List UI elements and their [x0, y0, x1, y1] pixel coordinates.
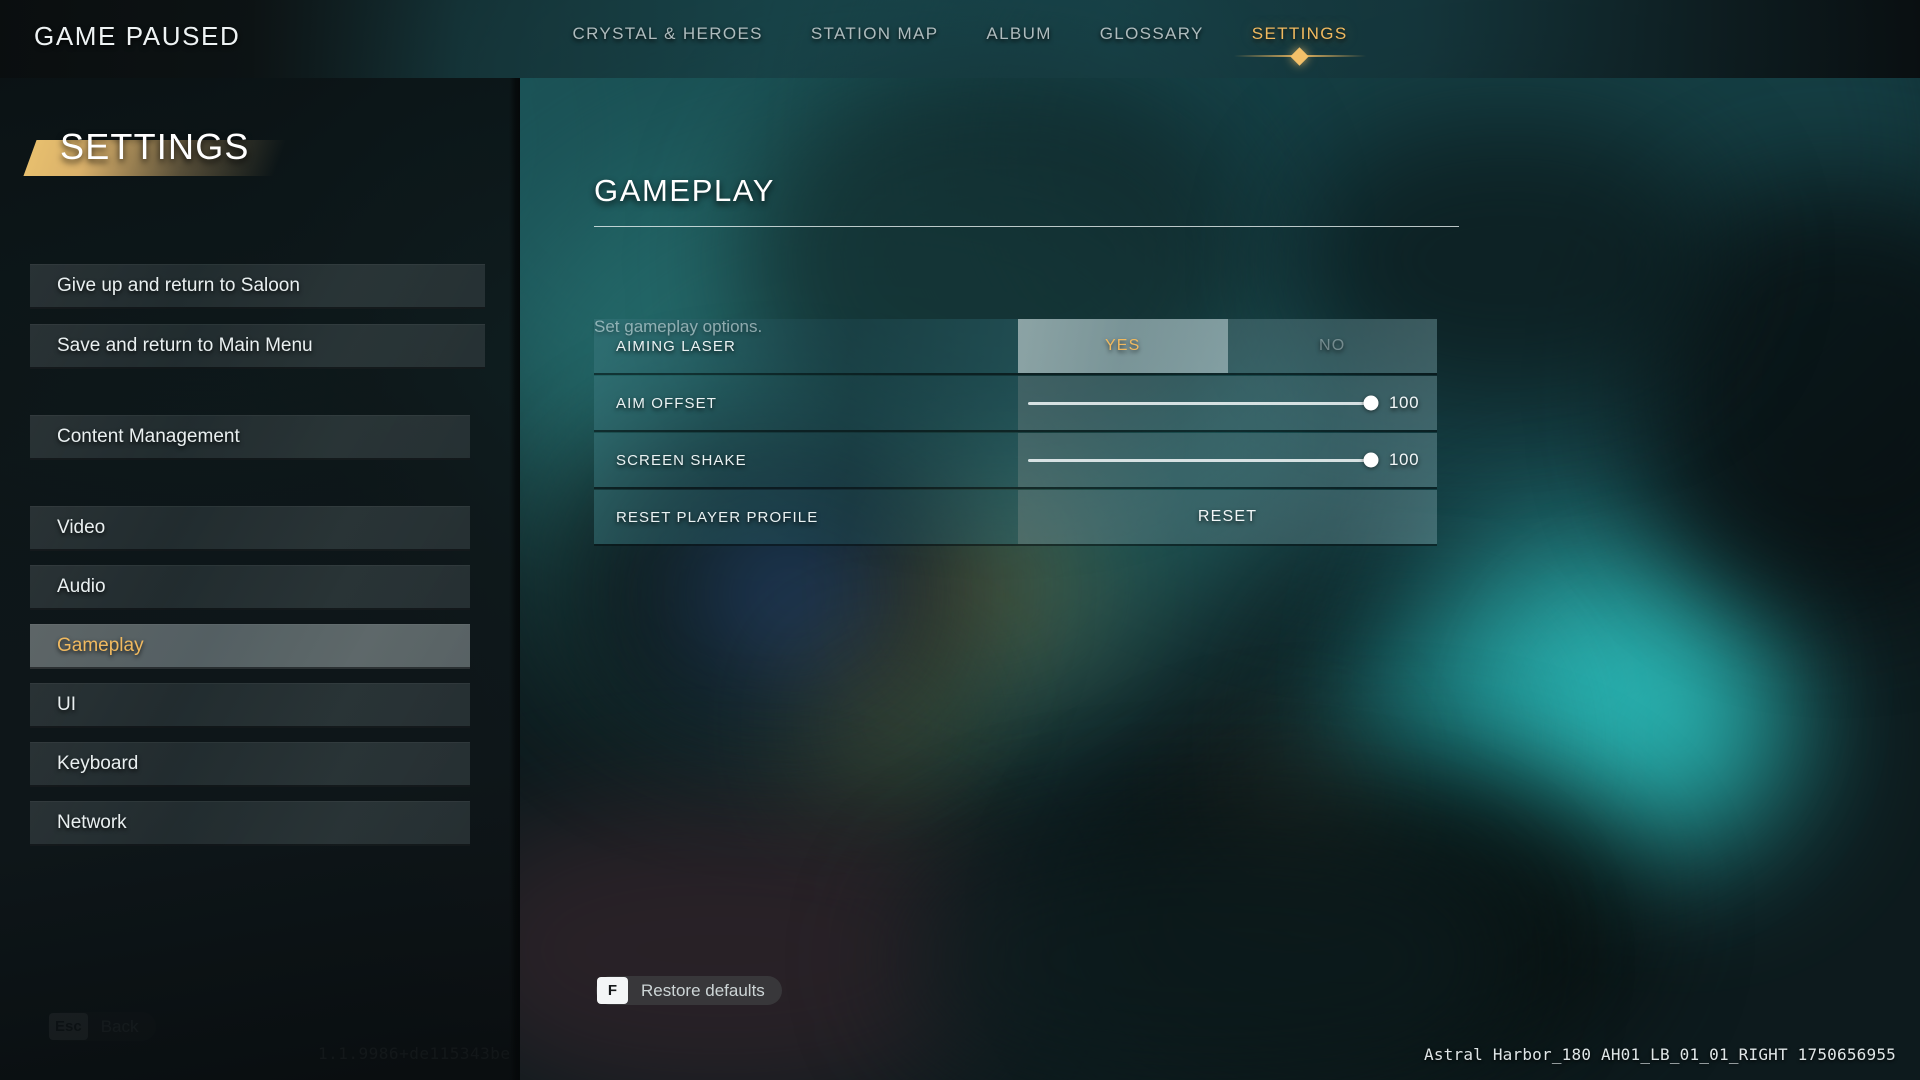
setting-label: AIMING LASER: [594, 319, 1018, 373]
toggle-option-yes[interactable]: YES: [1018, 319, 1228, 373]
sidebar-item-audio[interactable]: Audio: [30, 565, 470, 610]
setting-row-aiming-laser: AIMING LASER YES NO: [594, 319, 1437, 375]
section-divider: [594, 226, 1459, 227]
setting-label: RESET PLAYER PROFILE: [594, 490, 1018, 544]
sidebar-item-label: Content Management: [57, 425, 240, 447]
slider-screen-shake[interactable]: 100: [1018, 433, 1437, 487]
sidebar-item-save-return-main-menu[interactable]: Save and return to Main Menu: [30, 324, 485, 369]
sidebar-title: SETTINGS: [60, 126, 250, 167]
sidebar-divider: [509, 78, 520, 1080]
setting-label: AIM OFFSET: [594, 376, 1018, 430]
slider-value: 100: [1389, 393, 1420, 412]
setting-row-aim-offset: AIM OFFSET 100: [594, 376, 1437, 432]
sidebar-item-label: Give up and return to Saloon: [57, 274, 300, 296]
sidebar-item-video[interactable]: Video: [30, 506, 470, 551]
sidebar-item-label: UI: [57, 693, 76, 715]
sidebar-item-label: Video: [57, 516, 106, 538]
reset-profile-button[interactable]: RESET: [1018, 490, 1437, 544]
sidebar-item-label: Audio: [57, 575, 106, 597]
sidebar-item-label: Network: [57, 811, 127, 833]
tab-glossary[interactable]: GLOSSARY: [1076, 24, 1228, 44]
setting-row-reset-player-profile: RESET PLAYER PROFILE RESET: [594, 490, 1437, 546]
sidebar-item-give-up-return-saloon[interactable]: Give up and return to Saloon: [30, 264, 485, 309]
sidebar-item-network[interactable]: Network: [30, 801, 470, 846]
tab-label: GLOSSARY: [1099, 24, 1204, 43]
main-content: GAMEPLAY Set gameplay options. AIMING LA…: [520, 78, 1920, 1080]
sidebar-header: SETTINGS: [0, 118, 520, 180]
sidebar-item-label: Save and return to Main Menu: [57, 334, 313, 356]
slider-thumb[interactable]: [1363, 395, 1379, 411]
setting-row-screen-shake: SCREEN SHAKE 100: [594, 433, 1437, 489]
tab-station-map[interactable]: STATION MAP: [787, 24, 963, 44]
tab-crystal-and-heroes[interactable]: CRYSTAL & HEROES: [548, 24, 786, 44]
sidebar-panel: SETTINGS Give up and return to Saloon Sa…: [0, 78, 520, 1080]
slider-thumb[interactable]: [1363, 452, 1379, 468]
sidebar-item-content-management[interactable]: Content Management: [30, 415, 470, 460]
tab-label: ALBUM: [986, 24, 1052, 43]
setting-control: 100: [1018, 376, 1437, 430]
sidebar-item-gameplay[interactable]: Gameplay: [30, 624, 470, 669]
setting-label: SCREEN SHAKE: [594, 433, 1018, 487]
tab-settings[interactable]: SETTINGS: [1228, 24, 1372, 66]
slider-aim-offset[interactable]: 100: [1018, 376, 1437, 430]
slider-value: 100: [1389, 450, 1420, 469]
setting-control: YES NO: [1018, 319, 1437, 373]
tab-label: STATION MAP: [810, 24, 939, 43]
top-bar: GAME PAUSED CRYSTAL & HEROES STATION MAP…: [0, 0, 1920, 78]
sidebar-item-ui[interactable]: UI: [30, 683, 470, 728]
setting-control: 100: [1018, 433, 1437, 487]
sidebar-item-keyboard[interactable]: Keyboard: [30, 742, 470, 787]
toggle-group-aiming-laser: YES NO: [1018, 319, 1437, 373]
setting-control: RESET: [1018, 490, 1437, 544]
tab-label: SETTINGS: [1251, 24, 1348, 43]
slider-track[interactable]: [1028, 395, 1379, 411]
sidebar-item-label: Gameplay: [57, 634, 144, 656]
section-title: GAMEPLAY: [594, 173, 776, 208]
sidebar-item-label: Keyboard: [57, 752, 139, 774]
main-tab-bar: CRYSTAL & HEROES STATION MAP ALBUM GLOSS…: [0, 0, 1920, 78]
active-tab-diamond-icon: [1290, 47, 1309, 66]
tab-label: CRYSTAL & HEROES: [572, 24, 763, 43]
tab-album[interactable]: ALBUM: [962, 24, 1075, 44]
settings-list: AIMING LASER YES NO AIM OFFSET 100 SCREE…: [594, 319, 1437, 547]
slider-track[interactable]: [1028, 452, 1379, 468]
toggle-option-no[interactable]: NO: [1228, 319, 1438, 373]
